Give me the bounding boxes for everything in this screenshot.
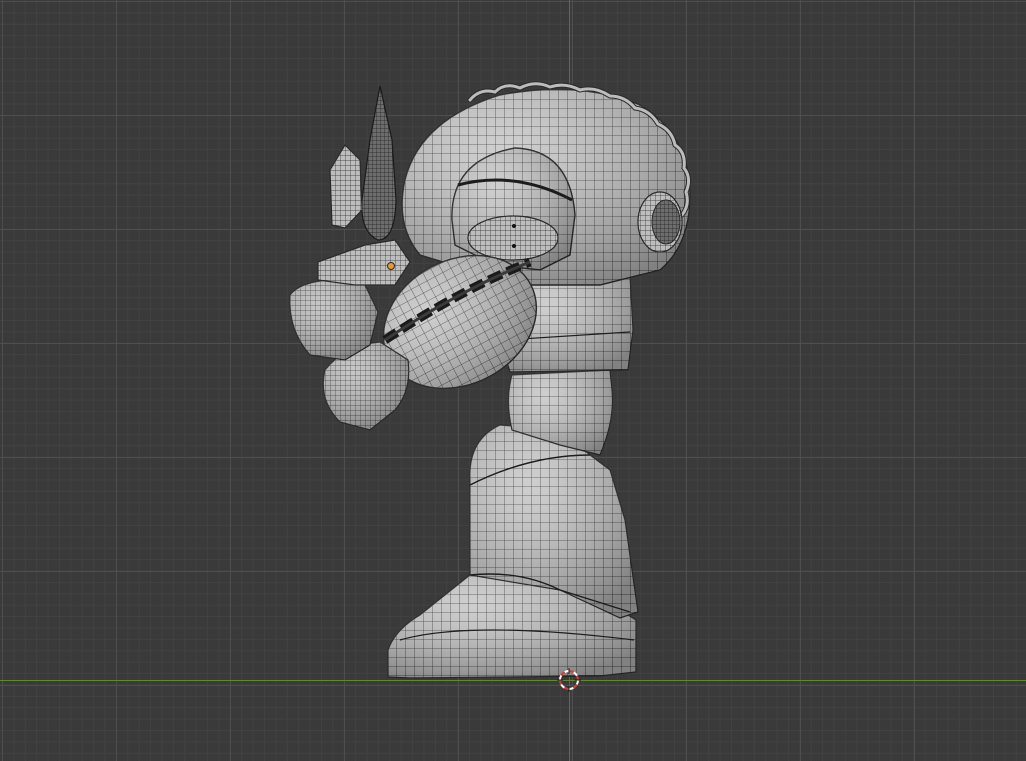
jaw-part bbox=[317, 239, 411, 286]
horn-part bbox=[329, 85, 397, 241]
ear-part bbox=[637, 191, 683, 253]
robot-mesh[interactable] bbox=[0, 0, 1026, 761]
upper-fist-part bbox=[289, 279, 379, 361]
3d-viewport[interactable] bbox=[0, 0, 1026, 761]
3d-cursor-icon[interactable] bbox=[557, 668, 581, 692]
object-origin-marker bbox=[387, 262, 395, 270]
